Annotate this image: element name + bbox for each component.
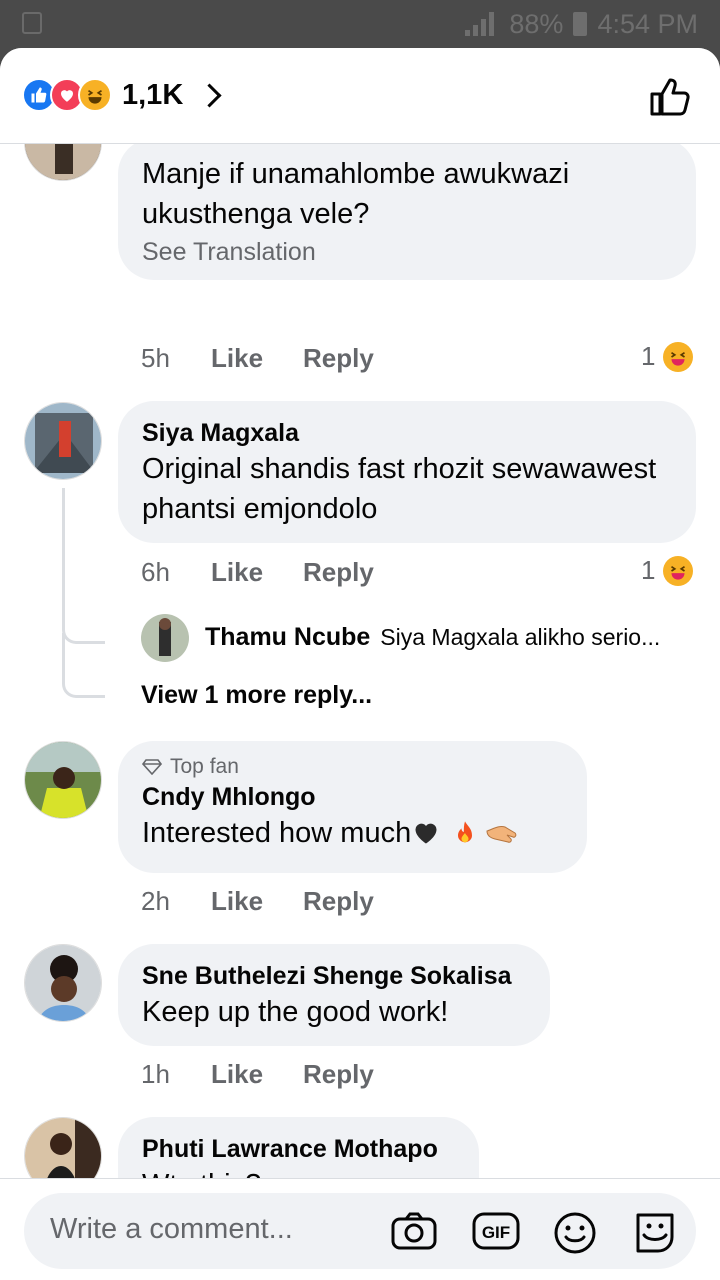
see-translation-link[interactable]: See Translation bbox=[142, 238, 672, 267]
reply-button[interactable]: Reply bbox=[303, 343, 374, 374]
reaction-count: 1,1K bbox=[122, 78, 184, 111]
badge-label: Top fan bbox=[170, 755, 239, 778]
comment-bubble[interactable]: Sne Buthelezi Shenge Sokalisa Keep up th… bbox=[118, 944, 550, 1046]
camera-icon[interactable] bbox=[390, 1211, 437, 1251]
comment-text: Original shandis fast rhozit sewawawest … bbox=[142, 453, 657, 525]
avatar[interactable] bbox=[24, 1117, 102, 1183]
avatar[interactable] bbox=[24, 944, 102, 1022]
avatar[interactable] bbox=[24, 741, 102, 819]
battery-icon bbox=[573, 12, 588, 36]
reply-button[interactable]: Reply bbox=[303, 886, 374, 917]
comment-text-row: Interested how much bbox=[142, 813, 563, 853]
comment-actions: 6h Like Reply bbox=[141, 557, 374, 588]
reactions-summary[interactable]: 1,1K bbox=[22, 78, 222, 112]
thread-connector bbox=[62, 633, 105, 698]
reaction-count: 1 bbox=[641, 341, 656, 371]
reply-button[interactable]: Reply bbox=[303, 557, 374, 588]
like-button[interactable]: Like bbox=[211, 886, 303, 917]
comment-placeholder: Write a comment... bbox=[50, 1213, 293, 1245]
reply-author: Thamu Ncube bbox=[205, 623, 371, 651]
comment-reactions[interactable]: 1 bbox=[641, 341, 694, 372]
reply-text: Siya Magxala alikho serio... bbox=[380, 624, 661, 650]
sticker-icon[interactable] bbox=[632, 1211, 676, 1253]
comment-time: 1h bbox=[141, 1059, 170, 1089]
comment-time: 5h bbox=[141, 343, 170, 373]
haha-icon bbox=[663, 341, 694, 372]
like-button[interactable]: Like bbox=[211, 557, 303, 588]
avatar[interactable] bbox=[141, 614, 189, 662]
comment-actions: 2h Like Reply bbox=[141, 886, 374, 917]
comment-text: Manje if unamahlombe awukwazi ukusthenga… bbox=[142, 158, 570, 230]
status-icons: 88% 4:54 PM bbox=[465, 8, 698, 40]
commenter-name[interactable]: Sne Buthelezi Shenge Sokalisa bbox=[142, 960, 526, 992]
haha-icon bbox=[663, 555, 694, 586]
battery-percent: 88% bbox=[509, 8, 564, 39]
comments-sheet: 1,1K Manje if unamahlombe awukwazi ukust… bbox=[0, 48, 720, 1280]
reply-preview[interactable]: Thamu Ncube Siya Magxala alikho serio... bbox=[205, 623, 660, 652]
emoji-icon[interactable] bbox=[553, 1211, 597, 1254]
notification-icon bbox=[22, 12, 42, 34]
comment-text: Keep up the good work! bbox=[142, 996, 449, 1028]
like-button[interactable]: Like bbox=[211, 1059, 303, 1090]
fire-icon bbox=[458, 821, 473, 843]
reactions-header: 1,1K bbox=[0, 48, 720, 144]
comment-bubble[interactable]: Manje if unamahlombe awukwazi ukusthenga… bbox=[118, 143, 696, 280]
black-heart-icon bbox=[415, 823, 437, 844]
comment-bubble[interactable]: Phuti Lawrance Mothapo Wts this? bbox=[118, 1117, 479, 1183]
view-more-replies-link[interactable]: View 1 more reply... bbox=[141, 681, 372, 710]
comment-text: Interested how much bbox=[142, 817, 412, 849]
status-bar: 88% 4:54 PM bbox=[0, 0, 720, 48]
like-button[interactable]: Like bbox=[211, 343, 303, 374]
thumbs-up-icon bbox=[650, 78, 690, 116]
commenter-name[interactable]: Cndy Mhlongo bbox=[142, 781, 563, 813]
haha-reaction-icon bbox=[78, 78, 112, 112]
clock: 4:54 PM bbox=[597, 8, 698, 39]
reply-button[interactable]: Reply bbox=[303, 1059, 374, 1090]
comment-actions: 1h Like Reply bbox=[141, 1059, 374, 1090]
avatar[interactable] bbox=[24, 143, 102, 181]
chevron-right-icon bbox=[197, 82, 222, 108]
reaction-count: 1 bbox=[641, 555, 656, 585]
gif-icon[interactable]: GIF bbox=[472, 1211, 520, 1251]
comment-reactions[interactable]: 1 bbox=[641, 555, 694, 586]
comment-input[interactable]: Write a comment... GIF bbox=[24, 1193, 696, 1269]
avatar[interactable] bbox=[24, 402, 102, 480]
like-post-button[interactable] bbox=[648, 74, 692, 118]
comment-actions: 5h Like Reply bbox=[141, 343, 374, 374]
commenter-name[interactable]: Siya Magxala bbox=[142, 417, 672, 449]
hand-gesture-icon bbox=[486, 826, 517, 843]
comment-list: Manje if unamahlombe awukwazi ukusthenga… bbox=[0, 143, 720, 1183]
svg-text:GIF: GIF bbox=[482, 1223, 510, 1242]
diamond-icon bbox=[142, 759, 162, 775]
comment-composer: Write a comment... GIF bbox=[0, 1178, 720, 1280]
commenter-name[interactable]: Phuti Lawrance Mothapo bbox=[142, 1133, 455, 1165]
comment-bubble[interactable]: Top fan Cndy Mhlongo Interested how much bbox=[118, 741, 587, 873]
signal-icon bbox=[465, 12, 499, 36]
comment-time: 2h bbox=[141, 886, 170, 916]
comment-bubble[interactable]: Siya Magxala Original shandis fast rhozi… bbox=[118, 401, 696, 543]
top-fan-badge: Top fan bbox=[142, 755, 563, 779]
comment-time: 6h bbox=[141, 557, 170, 587]
